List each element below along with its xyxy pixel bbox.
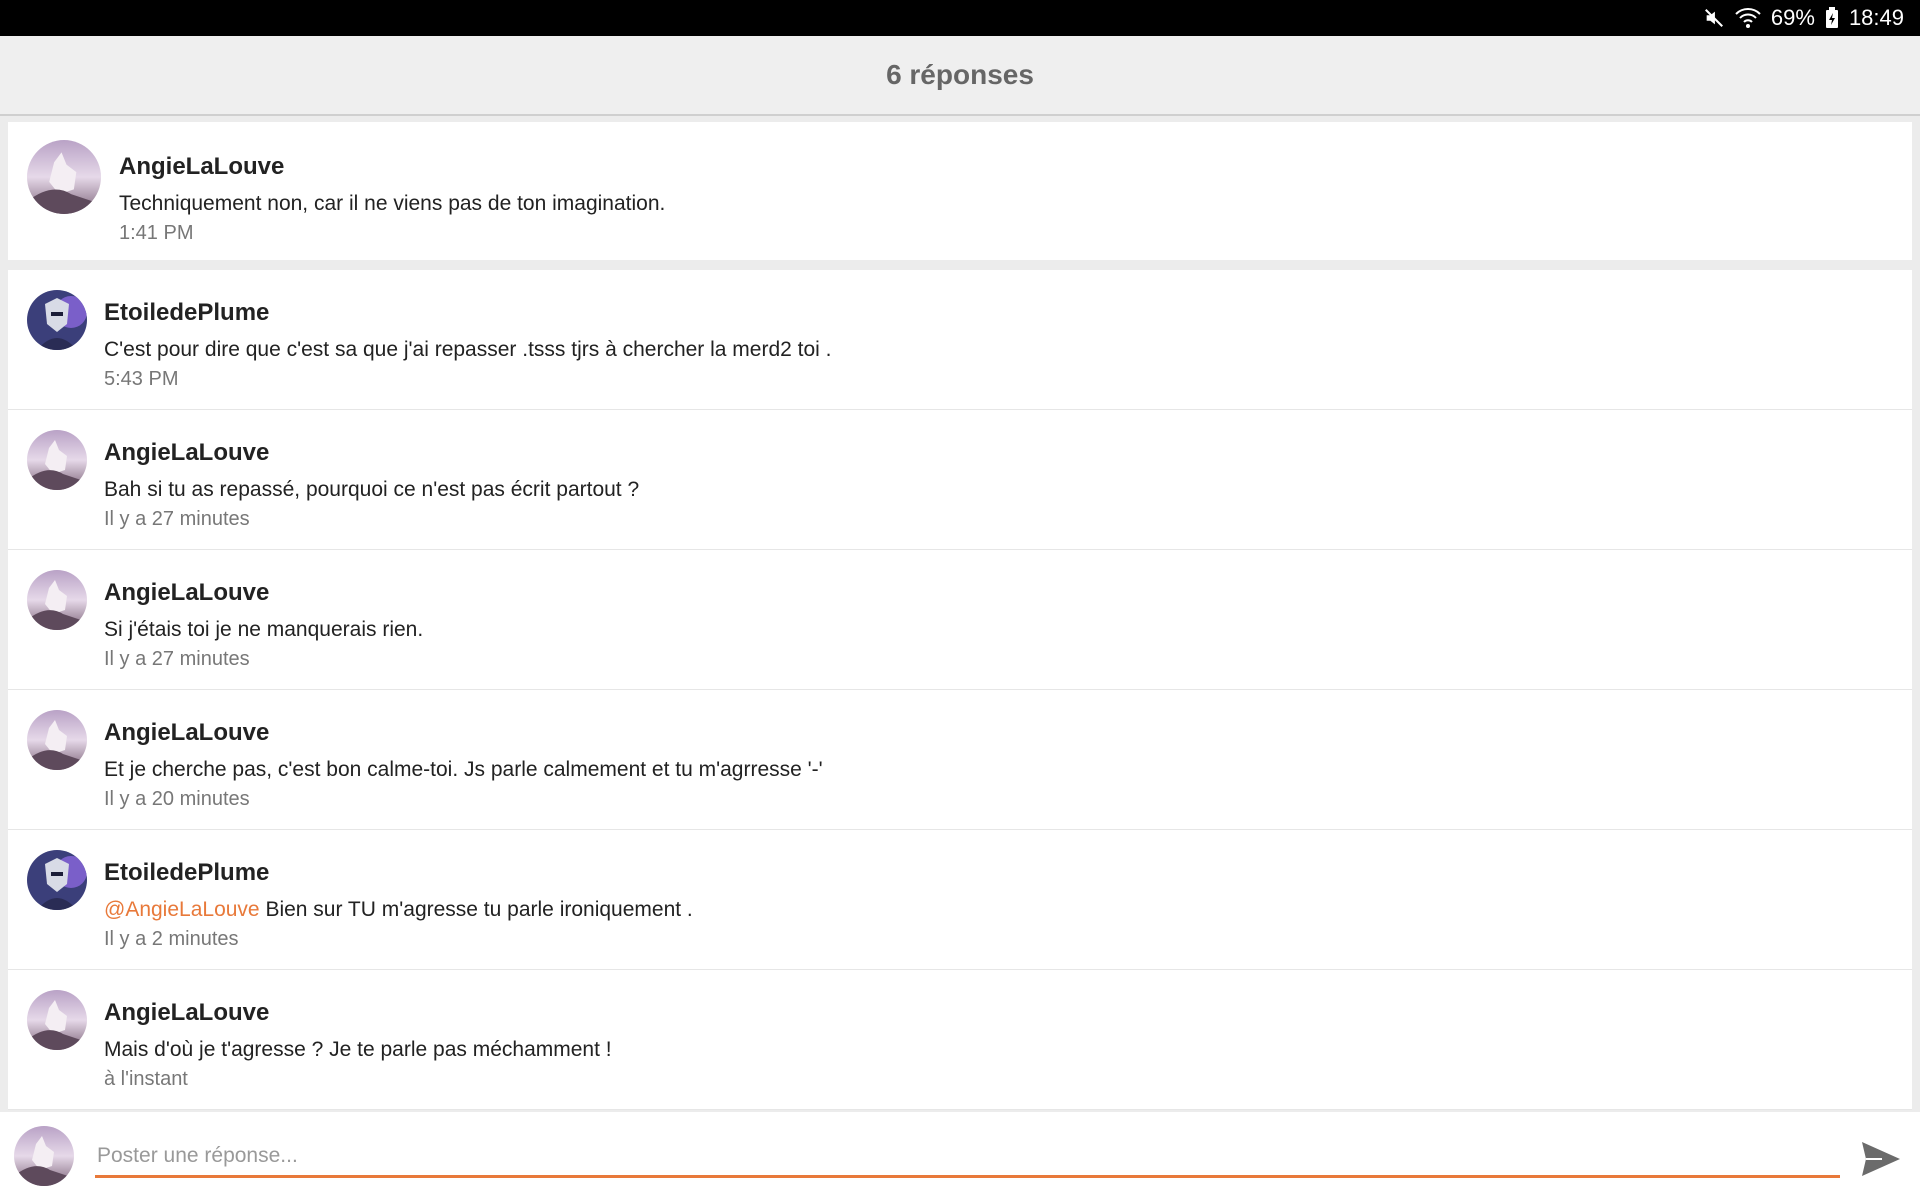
reply-time: Il y a 2 minutes	[104, 928, 239, 950]
reply-composer	[0, 1112, 1920, 1200]
wolf-avatar-icon	[27, 710, 87, 770]
parent-comment[interactable]: AngieLaLouve Techniquement non, car il n…	[8, 122, 1912, 260]
mention-link[interactable]: @AngieLaLouve	[104, 898, 260, 921]
reply-body: C'est pour dire que c'est sa que j'ai re…	[104, 338, 832, 361]
reply-body: Mais d'où je t'agresse ? Je te parle pas…	[104, 1038, 612, 1061]
reply-author[interactable]: EtoiledePlume	[104, 298, 1892, 328]
reply-author[interactable]: AngieLaLouve	[104, 998, 1892, 1028]
status-bar: 69% 18:49	[0, 0, 1920, 36]
comment-time: 1:41 PM	[119, 222, 194, 244]
reply-text: Et je cherche pas, c'est bon calme-toi. …	[104, 756, 1892, 784]
avatar-angielalouve[interactable]	[27, 990, 87, 1050]
reply-text: Bah si tu as repassé, pourquoi ce n'est …	[104, 476, 1892, 504]
comment-thread[interactable]: AngieLaLouve Techniquement non, car il n…	[8, 122, 1912, 1112]
comment-author[interactable]: AngieLaLouve	[119, 152, 1892, 182]
wolf-avatar-icon	[27, 990, 87, 1050]
battery-percent: 69%	[1770, 5, 1815, 30]
avatar-etoiledeplume[interactable]	[27, 290, 87, 350]
mute-icon	[1703, 7, 1725, 29]
reply-author[interactable]: AngieLaLouve	[104, 718, 1892, 748]
reply-body: Bien sur TU m'agresse tu parle ironiquem…	[259, 898, 693, 921]
reply-time: Il y a 27 minutes	[104, 648, 250, 670]
reply-body: Bah si tu as repassé, pourquoi ce n'est …	[104, 478, 640, 501]
reply-body: Et je cherche pas, c'est bon calme-toi. …	[104, 758, 823, 781]
thread-header: 6 réponses	[0, 36, 1920, 116]
reply-text: Si j'étais toi je ne manquerais rien.	[104, 616, 1892, 644]
avatar-angielalouve[interactable]	[27, 570, 87, 630]
reply-author[interactable]: AngieLaLouve	[104, 578, 1892, 608]
reply-item[interactable]: AngieLaLouve Mais d'où je t'agresse ? Je…	[8, 970, 1912, 1110]
avatar-angielalouve[interactable]	[27, 430, 87, 490]
clock: 18:49	[1848, 5, 1904, 30]
avatar-etoiledeplume[interactable]	[27, 850, 87, 910]
reply-item[interactable]: EtoiledePlume @AngieLaLouve Bien sur TU …	[8, 830, 1912, 970]
avatar-angielalouve[interactable]	[27, 710, 87, 770]
reply-input[interactable]	[95, 1136, 1840, 1178]
reply-text: @AngieLaLouve Bien sur TU m'agresse tu p…	[104, 896, 1892, 924]
reply-time: à l'instant	[104, 1068, 188, 1090]
reply-item[interactable]: AngieLaLouve Bah si tu as repassé, pourq…	[8, 410, 1912, 550]
reply-item[interactable]: EtoiledePlume C'est pour dire que c'est …	[8, 270, 1912, 410]
reply-item[interactable]: AngieLaLouve Et je cherche pas, c'est bo…	[8, 690, 1912, 830]
reply-body: Si j'étais toi je ne manquerais rien.	[104, 618, 424, 641]
wolf-avatar-icon	[27, 140, 101, 214]
knight-avatar-icon	[27, 850, 87, 910]
wolf-avatar-icon	[27, 570, 87, 630]
avatar-angielalouve[interactable]	[27, 140, 101, 214]
reply-text: C'est pour dire que c'est sa que j'ai re…	[104, 336, 1892, 364]
separator	[8, 260, 1912, 270]
reply-time: Il y a 27 minutes	[104, 508, 250, 530]
comment-text: Techniquement non, car il ne viens pas d…	[119, 192, 666, 215]
reply-author[interactable]: EtoiledePlume	[104, 858, 1892, 888]
wolf-avatar-icon	[14, 1126, 74, 1186]
reply-time: 5:43 PM	[104, 368, 179, 390]
wolf-avatar-icon	[27, 430, 87, 490]
page-title: 6 réponses	[886, 59, 1034, 90]
battery-icon	[1825, 7, 1839, 29]
reply-item[interactable]: AngieLaLouve Si j'étais toi je ne manque…	[8, 550, 1912, 690]
current-user-avatar[interactable]	[14, 1126, 74, 1186]
reply-author[interactable]: AngieLaLouve	[104, 438, 1892, 468]
send-button[interactable]	[1858, 1138, 1904, 1180]
knight-avatar-icon	[27, 290, 87, 350]
wifi-icon	[1735, 7, 1761, 29]
reply-time: Il y a 20 minutes	[104, 788, 250, 810]
reply-text: Mais d'où je t'agresse ? Je te parle pas…	[104, 1036, 1892, 1064]
send-icon	[1862, 1142, 1900, 1176]
